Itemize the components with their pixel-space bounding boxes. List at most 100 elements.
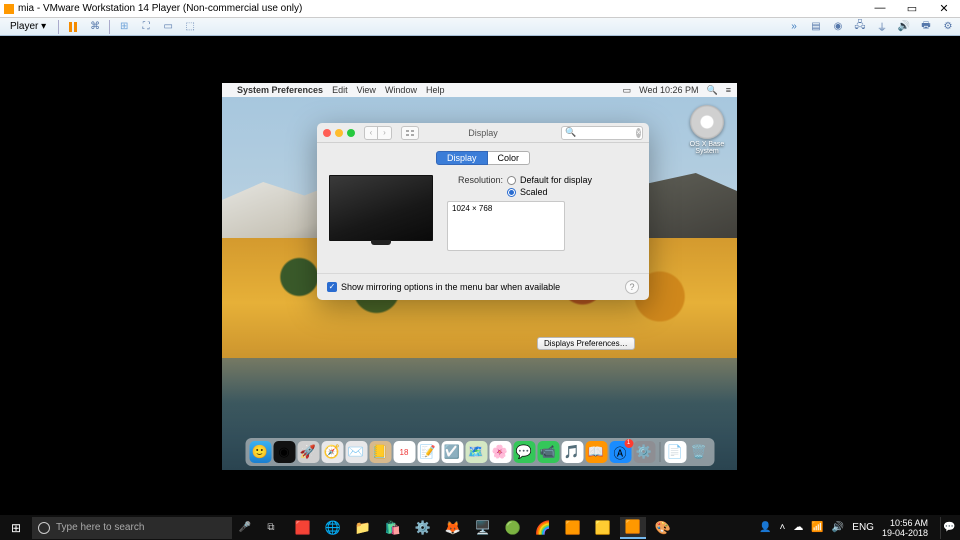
taskbar-clock[interactable]: 10:56 AM 19-04-2018 — [882, 518, 932, 538]
app-menu[interactable]: System Preferences — [237, 85, 323, 95]
hdd-icon[interactable]: ▤ — [808, 20, 824, 34]
badge: 1 — [624, 439, 633, 448]
unity-button[interactable]: ▭ — [160, 20, 176, 34]
dock-safari[interactable]: 🧭 — [321, 441, 343, 463]
spotlight-icon[interactable]: 🔍 — [707, 85, 718, 96]
taskbar-opera[interactable]: 🟥 — [290, 517, 316, 539]
tb-icon[interactable]: ⊞ — [116, 20, 132, 34]
pause-vm-button[interactable] — [65, 20, 81, 34]
back-button[interactable]: ‹ — [364, 126, 378, 140]
fullscreen-button[interactable]: ⛶ — [138, 20, 154, 34]
send-cad-button[interactable]: ⌘ — [87, 20, 103, 34]
dock-facetime[interactable]: 📹 — [537, 441, 559, 463]
desktop-disk-icon[interactable]: OS X Base System — [685, 105, 729, 155]
pref-search-field[interactable]: 🔍 × — [561, 126, 643, 140]
dock-itunes[interactable]: 🎵 — [561, 441, 583, 463]
tray-people-icon[interactable]: 👤 — [759, 522, 771, 533]
tb-icon[interactable]: ⬚ — [182, 20, 198, 34]
dock-messages[interactable]: 💬 — [513, 441, 535, 463]
cd-icon[interactable]: ◉ — [830, 20, 846, 34]
radio-scaled-label: Scaled — [520, 187, 548, 197]
taskbar-app[interactable]: 🟨 — [590, 517, 616, 539]
dock-calendar[interactable]: 18 — [393, 441, 415, 463]
tray-chevron-icon[interactable]: ˄ — [780, 522, 786, 533]
start-button[interactable]: ⊞ — [0, 521, 32, 535]
network-icon[interactable]: 🖧 — [852, 20, 868, 34]
taskbar-store[interactable]: 🛍️ — [380, 517, 406, 539]
taskbar-utorrent[interactable]: 🟢 — [500, 517, 526, 539]
resolution-list[interactable]: 1024 × 768 — [447, 201, 565, 251]
help-button[interactable]: ? — [625, 280, 639, 294]
taskbar-firefox[interactable]: 🦊 — [440, 517, 466, 539]
dock-syspref[interactable]: ⚙️ — [633, 441, 655, 463]
guest-screen[interactable]: System Preferences Edit View Window Help… — [222, 83, 737, 470]
sound-icon[interactable]: 🔊 — [896, 20, 912, 34]
taskbar-paint[interactable]: 🎨 — [650, 517, 676, 539]
menu-window[interactable]: Window — [385, 85, 417, 95]
dock-trash[interactable]: 🗑️ — [688, 441, 710, 463]
taskbar-sublime[interactable]: 🟧 — [560, 517, 586, 539]
tray-lang[interactable]: ENG — [852, 522, 874, 533]
mic-icon[interactable]: 🎤 — [232, 521, 258, 535]
vm-display: System Preferences Edit View Window Help… — [0, 36, 960, 515]
minimize-button[interactable]: — — [864, 2, 896, 15]
dock-contacts[interactable]: 📒 — [369, 441, 391, 463]
tools-icon[interactable]: ⚙ — [940, 20, 956, 34]
menubar-menu-icon[interactable]: ≡ — [726, 85, 731, 95]
menu-help[interactable]: Help — [426, 85, 445, 95]
taskbar-terminal[interactable]: 🖥️ — [470, 517, 496, 539]
clear-search-button[interactable]: × — [636, 128, 641, 138]
minimize-window-button[interactable] — [335, 129, 343, 137]
dock-photos[interactable]: 🌸 — [489, 441, 511, 463]
close-button[interactable]: ✕ — [928, 2, 960, 15]
tab-color[interactable]: Color — [488, 151, 531, 165]
search-input[interactable] — [579, 128, 633, 138]
dock-maps[interactable]: 🗺️ — [465, 441, 487, 463]
tray-volume-icon[interactable]: 🔊 — [832, 522, 844, 533]
task-view-button[interactable]: ⧉ — [258, 521, 284, 535]
disc-icon — [690, 105, 724, 139]
menubar-display-icon[interactable]: ▭ — [623, 85, 632, 96]
search-placeholder: Type here to search — [56, 522, 144, 533]
dock-finder[interactable]: 🙂 — [249, 441, 271, 463]
zoom-window-button[interactable] — [347, 129, 355, 137]
dock: 🙂 ◉ 🚀 🧭 ✉️ 📒 18 📝 ☑️ 🗺️ 🌸 💬 📹 🎵 📖 Ⓐ1 ⚙️ … — [245, 438, 714, 466]
dock-reminders[interactable]: ☑️ — [441, 441, 463, 463]
radio-default-label: Default for display — [520, 175, 592, 185]
dock-notes[interactable]: 📝 — [417, 441, 439, 463]
radio-scaled[interactable] — [507, 188, 516, 197]
menubar-clock[interactable]: Wed 10:26 PM — [639, 85, 698, 95]
printer-icon[interactable]: 🖶 — [918, 20, 934, 34]
radio-default[interactable] — [507, 176, 516, 185]
forward-button[interactable]: › — [378, 126, 392, 140]
taskbar-chrome[interactable]: 🌈 — [530, 517, 556, 539]
resolution-option[interactable]: 1024 × 768 — [452, 204, 560, 213]
dock-ibooks[interactable]: 📖 — [585, 441, 607, 463]
taskbar-explorer[interactable]: 📁 — [350, 517, 376, 539]
dock-siri[interactable]: ◉ — [273, 441, 295, 463]
displays-preferences-button[interactable]: Displays Preferences… — [537, 337, 635, 350]
taskbar-search[interactable]: Type here to search — [32, 517, 232, 539]
tab-display[interactable]: Display — [436, 151, 488, 165]
menu-view[interactable]: View — [357, 85, 376, 95]
player-menu[interactable]: Player ▾ — [4, 21, 52, 32]
monitor-preview — [329, 175, 433, 241]
menu-edit[interactable]: Edit — [332, 85, 348, 95]
dock-launchpad[interactable]: 🚀 — [297, 441, 319, 463]
tray-network-icon[interactable]: 📶 — [811, 522, 823, 533]
close-window-button[interactable] — [323, 129, 331, 137]
tray-onedrive-icon[interactable]: ☁ — [793, 522, 803, 533]
maximize-button[interactable]: ▭ — [896, 2, 928, 15]
taskbar-settings[interactable]: ⚙️ — [410, 517, 436, 539]
dock-textedit[interactable]: 📄 — [664, 441, 686, 463]
taskbar-edge[interactable]: 🌐 — [320, 517, 346, 539]
dock-mail[interactable]: ✉️ — [345, 441, 367, 463]
taskbar-vmware[interactable]: 🟧 — [620, 517, 646, 539]
dock-appstore[interactable]: Ⓐ1 — [609, 441, 631, 463]
usb-icon[interactable]: ⏚ — [874, 20, 890, 34]
device-icon[interactable]: » — [786, 20, 802, 34]
mirroring-checkbox-label: Show mirroring options in the menu bar w… — [341, 282, 560, 292]
action-center-button[interactable]: 💬 — [940, 517, 958, 539]
mirroring-checkbox[interactable]: ✓ — [327, 282, 337, 292]
show-all-button[interactable] — [401, 126, 419, 140]
